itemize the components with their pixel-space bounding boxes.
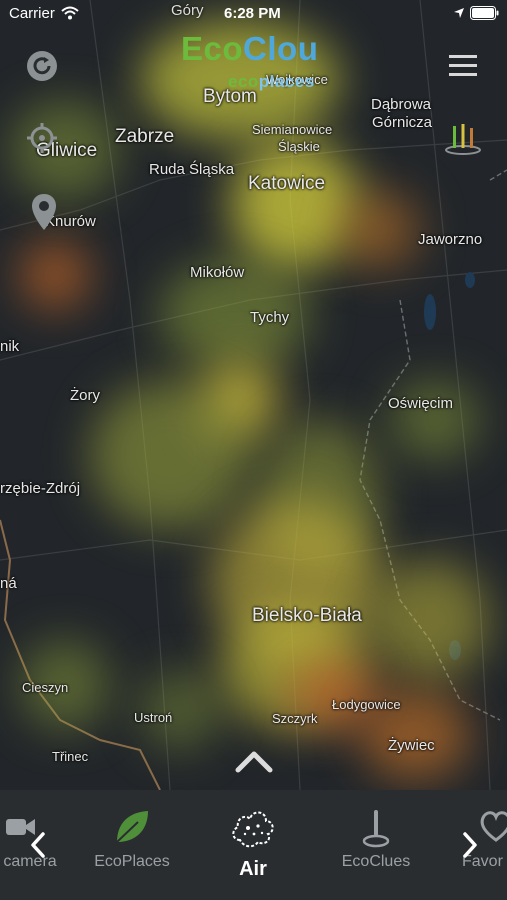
place-label: Ustroń [134, 710, 173, 725]
place-label: Katowice [248, 173, 326, 194]
battery-icon [470, 6, 499, 20]
place-label: Żory [70, 387, 100, 404]
place-label: Górnicza [372, 114, 433, 131]
air-cloud-icon [232, 811, 274, 848]
app-logo: EcoClou ecoplaces [181, 30, 319, 91]
app-screen: Wojkowice Bytom Dąbrowa Górnicza Zabrze … [0, 0, 507, 900]
status-bar: Carrier Góry 6:28 PM [0, 0, 507, 28]
bottom-tab-bar: camera EcoPlaces Air EcoClues Favor [0, 790, 507, 900]
scroll-left-button[interactable] [26, 830, 50, 860]
crosshair-icon [27, 123, 57, 153]
location-pin-button[interactable] [24, 192, 64, 232]
tab-ecoclues[interactable]: EcoClues [316, 790, 436, 900]
place-label: Żywiec [388, 737, 435, 754]
place-label: ná [0, 575, 17, 592]
leaf-icon [116, 811, 148, 843]
place-label: Mikołów [190, 264, 245, 281]
layers-filter-button[interactable] [443, 118, 483, 158]
tab-label: EcoPlaces [94, 853, 170, 870]
location-pin-icon [32, 194, 56, 230]
hamburger-menu-icon [449, 55, 477, 76]
heat-blob [340, 190, 420, 270]
logo-subtitle: ecoplaces [228, 72, 315, 92]
place-label: nik [0, 338, 20, 355]
carrier-label: Carrier [9, 5, 55, 22]
place-label: Śląskie [278, 139, 320, 154]
place-label: Szczyrk [272, 711, 318, 726]
logo-subtitle-part: places [258, 72, 315, 91]
place-label: Třinec [52, 749, 89, 764]
logo-subtitle-part: eco [228, 72, 259, 91]
heat-blob [20, 240, 90, 310]
tab-ecoplaces[interactable]: EcoPlaces [72, 790, 192, 900]
locate-button[interactable] [22, 118, 62, 158]
place-label: Góry [171, 2, 204, 19]
tab-air[interactable]: Air [193, 790, 313, 900]
tab-label: EcoClues [341, 853, 411, 870]
wifi-icon [61, 6, 79, 20]
place-label: rzębie-Zdrój [0, 480, 81, 497]
chevron-up-icon [235, 751, 273, 773]
heart-icon [480, 811, 507, 842]
place-label: Bielsko-Biała [252, 605, 362, 626]
place-label: Oświęcim [388, 395, 454, 412]
place-label: Siemianowice [252, 122, 333, 137]
pin-clue-icon [362, 810, 390, 848]
logo-text: Eco [181, 30, 244, 67]
place-label: Jaworzno [418, 231, 483, 248]
place-label: Ruda Śląska [149, 161, 235, 178]
place-label: Cieszyn [22, 680, 69, 695]
place-label: Zabrze [115, 126, 175, 147]
clock: 6:28 PM [224, 5, 281, 22]
place-label: Dąbrowa [371, 96, 432, 113]
air-quality-map[interactable]: Wojkowice Bytom Dąbrowa Górnicza Zabrze … [0, 0, 507, 790]
tab-label: Air [239, 858, 267, 880]
menu-button[interactable] [443, 46, 483, 86]
logo-text: Clou [243, 30, 319, 67]
refresh-icon [27, 51, 57, 81]
place-label: Łodygowice [332, 697, 401, 712]
scroll-right-button[interactable] [458, 830, 482, 860]
sensor-stations-icon [445, 124, 481, 155]
heat-blob [90, 380, 250, 530]
heat-blob [370, 560, 490, 680]
place-label: Tychy [250, 309, 290, 326]
refresh-button[interactable] [22, 46, 62, 86]
location-arrow-icon [454, 8, 464, 18]
expand-panel-button[interactable] [234, 748, 274, 774]
heat-blob [390, 380, 480, 460]
heat-blob [230, 140, 360, 270]
